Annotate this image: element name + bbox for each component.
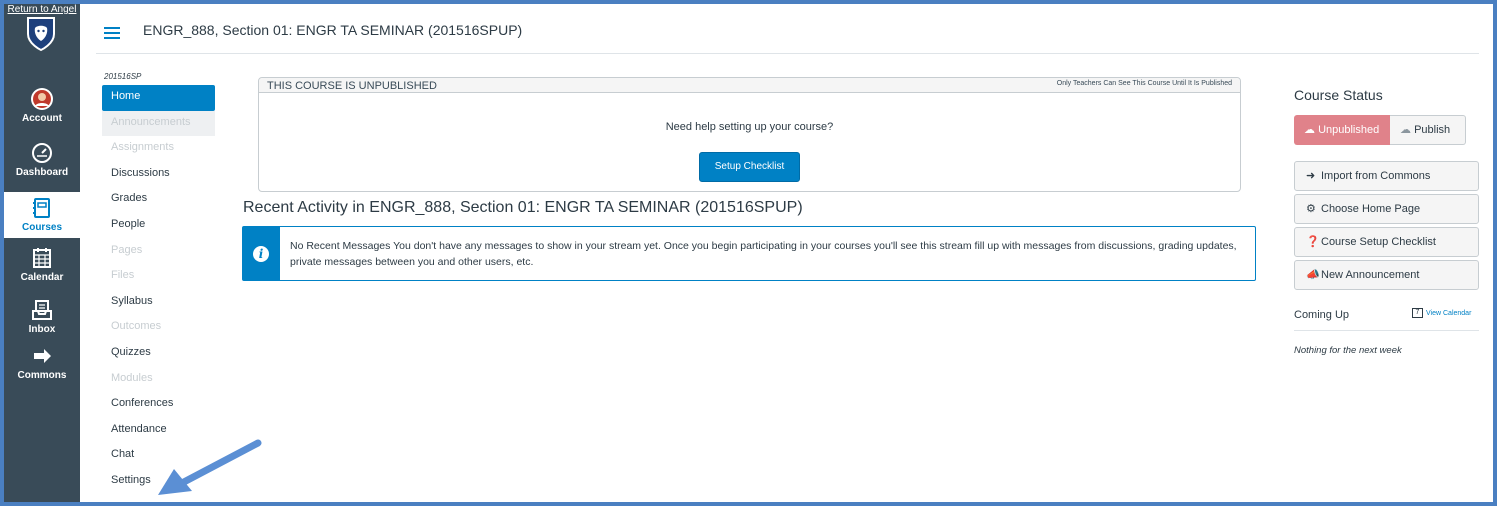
no-messages-alert: i No Recent Messages You don't have any … bbox=[242, 226, 1256, 281]
cloud-icon: ☁ bbox=[1400, 124, 1411, 136]
import-icon: ➜ bbox=[1306, 170, 1316, 182]
coming-up-divider bbox=[1294, 330, 1479, 331]
nav-dashboard[interactable]: Dashboard bbox=[4, 141, 80, 178]
setup-checklist-button[interactable]: Setup Checklist bbox=[699, 152, 800, 182]
course-status-heading: Course Status bbox=[1294, 87, 1383, 103]
nav-inbox[interactable]: Inbox bbox=[4, 298, 80, 335]
course-nav-syllabus[interactable]: Syllabus bbox=[102, 290, 215, 316]
recent-activity-heading: Recent Activity in ENGR_888, Section 01:… bbox=[243, 199, 803, 216]
course-nav-grades[interactable]: Grades bbox=[102, 187, 215, 213]
course-setup-checklist-label: Course Setup Checklist bbox=[1321, 236, 1436, 248]
nav-calendar[interactable]: Calendar bbox=[4, 246, 80, 283]
publish-button-label: Publish bbox=[1414, 124, 1451, 136]
course-nav-outcomes[interactable]: Outcomes bbox=[102, 315, 215, 341]
megaphone-icon: 📣 bbox=[1306, 269, 1320, 281]
courses-icon bbox=[33, 198, 50, 218]
course-nav-announcements[interactable]: Announcements bbox=[102, 110, 215, 137]
calendar-icon bbox=[33, 248, 51, 268]
course-nav-quizzes[interactable]: Quizzes bbox=[102, 341, 215, 367]
nav-account-label: Account bbox=[22, 113, 62, 124]
unpublished-button-label: Unpublished bbox=[1318, 124, 1380, 136]
unpublished-title: THIS COURSE IS UNPUBLISHED bbox=[267, 80, 437, 92]
course-nav-home[interactable]: Home bbox=[102, 85, 215, 111]
hamburger-menu-icon[interactable] bbox=[104, 27, 120, 39]
unpublished-button[interactable]: ☁ Unpublished bbox=[1294, 115, 1390, 145]
annotation-arrow-icon bbox=[158, 439, 262, 495]
choose-home-page-label: Choose Home Page bbox=[1321, 203, 1421, 215]
nav-calendar-label: Calendar bbox=[20, 272, 64, 283]
course-nav-assignments[interactable]: Assignments bbox=[102, 136, 215, 162]
cloud-off-icon: ☁ bbox=[1304, 124, 1315, 136]
course-nav-pages[interactable]: Pages bbox=[102, 239, 215, 265]
coming-up-heading: Coming Up bbox=[1294, 309, 1350, 321]
dashboard-icon bbox=[32, 143, 52, 163]
university-logo-icon[interactable] bbox=[26, 16, 56, 52]
view-calendar-link[interactable]: 7 View Calendar bbox=[1412, 308, 1471, 318]
home-page-icon: ⚙ bbox=[1306, 203, 1316, 215]
nav-dashboard-label: Dashboard bbox=[15, 167, 69, 178]
inbox-icon bbox=[32, 300, 52, 320]
nav-courses-label: Courses bbox=[21, 222, 62, 233]
term-label: 201516SP bbox=[104, 72, 142, 81]
course-nav-discussions[interactable]: Discussions bbox=[102, 162, 215, 188]
nav-courses[interactable]: Courses bbox=[4, 192, 80, 238]
calendar-small-icon: 7 bbox=[1412, 308, 1423, 318]
avatar bbox=[31, 88, 53, 110]
help-icon: ❓ bbox=[1306, 236, 1320, 248]
nav-inbox-label: Inbox bbox=[28, 324, 56, 335]
course-nav-conferences[interactable]: Conferences bbox=[102, 392, 215, 418]
alert-sidebar: i bbox=[243, 227, 280, 280]
unpublished-note: Only Teachers Can See This Course Until … bbox=[1056, 80, 1232, 87]
publish-button[interactable]: ☁ Publish bbox=[1390, 115, 1466, 145]
choose-home-page-button[interactable]: ⚙ Choose Home Page bbox=[1294, 194, 1479, 224]
course-nav-files[interactable]: Files bbox=[102, 264, 215, 290]
header-divider bbox=[96, 53, 1479, 54]
new-announcement-button[interactable]: 📣New Announcement bbox=[1294, 260, 1479, 290]
new-announcement-label: New Announcement bbox=[1321, 269, 1420, 281]
nav-account[interactable]: Account bbox=[4, 87, 80, 124]
nav-commons[interactable]: Commons bbox=[4, 344, 80, 381]
unpublished-header: THIS COURSE IS UNPUBLISHED Only Teachers… bbox=[259, 78, 1240, 93]
global-nav: Return to Angel Account Dashboard Course… bbox=[4, 4, 80, 502]
nothing-upcoming-text: Nothing for the next week bbox=[1294, 345, 1402, 356]
info-icon: i bbox=[253, 246, 269, 262]
unpublished-notice: THIS COURSE IS UNPUBLISHED Only Teachers… bbox=[258, 77, 1241, 192]
nav-commons-label: Commons bbox=[17, 370, 67, 381]
view-calendar-label: View Calendar bbox=[1426, 309, 1472, 317]
return-to-angel-link[interactable]: Return to Angel bbox=[4, 4, 80, 15]
breadcrumb-course-title[interactable]: ENGR_888, Section 01: ENGR TA SEMINAR (2… bbox=[143, 22, 522, 38]
course-nav-people[interactable]: People bbox=[102, 213, 215, 239]
course-setup-checklist-button[interactable]: ❓Course Setup Checklist bbox=[1294, 227, 1479, 257]
course-nav: Home Announcements Assignments Discussio… bbox=[102, 85, 215, 495]
commons-icon bbox=[34, 349, 51, 363]
alert-message: No Recent Messages You don't have any me… bbox=[290, 240, 1237, 268]
import-from-commons-label: Import from Commons bbox=[1321, 170, 1431, 182]
setup-help-text: Need help setting up your course? bbox=[665, 121, 834, 133]
import-from-commons-button[interactable]: ➜ Import from Commons bbox=[1294, 161, 1479, 191]
course-nav-modules[interactable]: Modules bbox=[102, 367, 215, 393]
